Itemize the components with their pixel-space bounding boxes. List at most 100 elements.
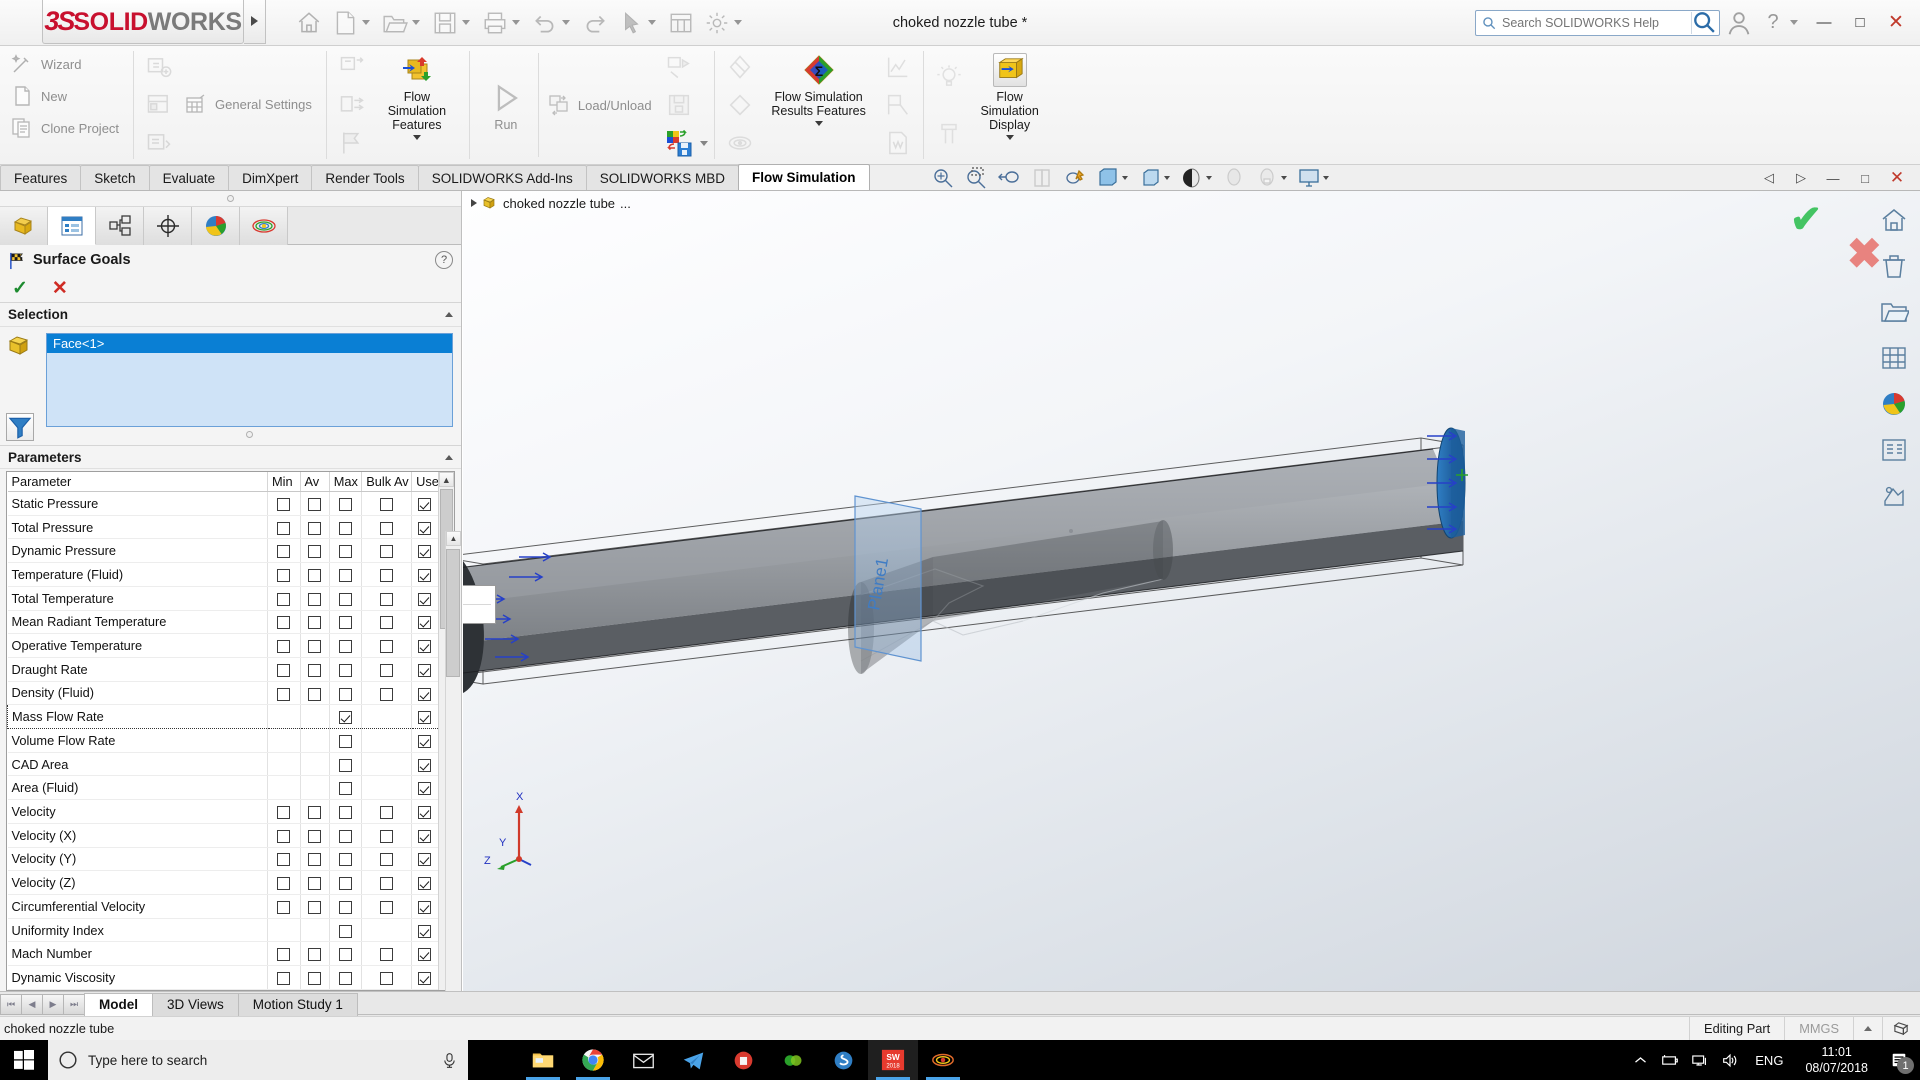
checkbox-cell-bulk[interactable]	[361, 515, 413, 540]
view-settings-dropdown-caret[interactable]	[1322, 176, 1329, 180]
checkbox-cell-use[interactable]	[411, 894, 438, 919]
table-row[interactable]: Static Pressure	[7, 491, 438, 516]
checkbox-use[interactable]	[418, 829, 432, 843]
checkbox-av[interactable]	[308, 497, 322, 511]
checkbox-cell-av[interactable]	[300, 633, 330, 658]
checkbox-cell-use[interactable]	[411, 633, 438, 658]
report-icon[interactable]	[879, 125, 917, 161]
status-units[interactable]: MMGS	[1784, 1017, 1853, 1040]
status-overlay-button[interactable]	[1882, 1017, 1920, 1040]
checkbox-cell-av[interactable]	[300, 515, 330, 540]
checkbox-cell-max[interactable]	[329, 633, 363, 658]
checkbox-use[interactable]	[418, 782, 432, 796]
checkbox-av[interactable]	[308, 853, 322, 867]
nav-next-button[interactable]: ▶	[42, 993, 64, 1015]
display-style-icon[interactable]	[1092, 166, 1124, 190]
checkbox-use[interactable]	[418, 924, 432, 938]
checkbox-use[interactable]	[418, 972, 432, 986]
checkbox-cell-max[interactable]	[329, 752, 363, 777]
network-icon[interactable]	[1687, 1040, 1713, 1080]
taskbar-app-file-explorer[interactable]	[518, 1040, 568, 1080]
checkbox-cell-use[interactable]	[411, 728, 438, 753]
checkbox-bulk[interactable]	[380, 569, 394, 583]
table-row[interactable]: Volume Flow Rate	[7, 728, 438, 753]
insert-domain-icon[interactable]	[140, 49, 178, 85]
new-document-icon[interactable]	[328, 6, 362, 40]
checkbox-cell-av[interactable]	[300, 941, 330, 967]
restore-down-right-icon[interactable]: ▷	[1786, 166, 1816, 190]
checkbox-cell-min[interactable]	[267, 847, 301, 872]
checkbox-cell-bulk[interactable]	[361, 491, 413, 516]
nav-previous-button[interactable]: ◀	[21, 993, 43, 1015]
checkbox-cell-bulk[interactable]	[361, 657, 413, 682]
table-row[interactable]: Velocity	[7, 799, 438, 824]
table-row[interactable]: Operative Temperature	[7, 633, 438, 658]
panel-scroll-thumb[interactable]	[446, 549, 460, 677]
taskbar-app-photos[interactable]	[768, 1040, 818, 1080]
solve-save-icon[interactable]	[660, 87, 698, 123]
goal-plot-icon[interactable]	[879, 87, 917, 123]
section-view-icon[interactable]	[1026, 166, 1058, 190]
checkbox-cell-use[interactable]	[411, 752, 438, 777]
checkbox-cell-max[interactable]	[329, 657, 363, 682]
checkbox-bulk[interactable]	[380, 829, 394, 843]
checkbox-cell-use[interactable]	[411, 823, 438, 848]
checkbox-cell-bulk[interactable]	[361, 965, 413, 990]
checkbox-use[interactable]	[418, 640, 432, 654]
checkbox-bulk[interactable]	[380, 545, 394, 559]
tab-features[interactable]: Features	[0, 165, 82, 190]
checkbox-cell-max[interactable]	[329, 775, 363, 801]
checkbox-cell-use[interactable]	[411, 704, 438, 730]
options-icon[interactable]	[700, 6, 734, 40]
tab-flow-simulation[interactable]: Flow Simulation	[738, 164, 870, 190]
checkbox-bulk[interactable]	[380, 900, 394, 914]
checkbox-cell-min[interactable]	[267, 562, 301, 587]
rebuild-icon[interactable]	[664, 6, 698, 40]
checkbox-cell-av[interactable]	[300, 894, 330, 919]
checkbox-use[interactable]	[418, 687, 432, 701]
checkbox-use[interactable]	[418, 545, 432, 559]
checkbox-cell-max[interactable]	[329, 941, 363, 967]
task-view-button[interactable]	[468, 1040, 518, 1080]
checkbox-cell-max[interactable]	[329, 799, 363, 824]
checkbox-av[interactable]	[308, 829, 322, 843]
checkbox-cell-max[interactable]	[329, 704, 363, 730]
restore-down-left-icon[interactable]: ◁	[1754, 166, 1784, 190]
checkbox-use[interactable]	[418, 806, 432, 820]
tab-display-manager[interactable]	[192, 207, 240, 245]
lighting-icon[interactable]	[930, 59, 968, 95]
checkbox-cell-av[interactable]	[300, 562, 330, 587]
table-row[interactable]: Temperature (Fluid)	[7, 562, 438, 587]
checkbox-min[interactable]	[277, 521, 291, 535]
tab-render-tools[interactable]: Render Tools	[311, 165, 419, 190]
taskbar-search-box[interactable]: Type here to search	[48, 1040, 468, 1080]
close-button[interactable]: ✕	[1880, 8, 1912, 38]
checkbox-cell-bulk[interactable]	[361, 538, 413, 564]
checkbox-cell-use[interactable]	[411, 965, 438, 990]
windows-start-button[interactable]	[0, 1040, 48, 1080]
checkbox-use[interactable]	[418, 877, 432, 891]
viewport-close-button[interactable]: ✕	[1882, 166, 1912, 190]
checkbox-min[interactable]	[277, 497, 291, 511]
checkbox-cell-bulk[interactable]	[361, 681, 413, 706]
selection-list-resize-grip[interactable]	[46, 427, 453, 441]
checkbox-cell-use[interactable]	[411, 610, 438, 635]
checkbox-cell-bulk[interactable]	[361, 870, 413, 895]
checkbox-max[interactable]	[339, 948, 352, 962]
checkbox-min[interactable]	[277, 687, 291, 701]
checkbox-max[interactable]	[339, 592, 352, 606]
checkbox-bulk[interactable]	[380, 687, 394, 701]
checkbox-min[interactable]	[277, 948, 291, 962]
decals-icon[interactable]	[1251, 166, 1283, 190]
table-row[interactable]: CAD Area	[7, 752, 438, 777]
checkbox-cell-min[interactable]	[267, 799, 301, 824]
checkbox-cell-max[interactable]	[329, 870, 363, 895]
checkbox-min[interactable]	[277, 829, 291, 843]
checkbox-av[interactable]	[308, 900, 322, 914]
open-icon[interactable]	[378, 6, 412, 40]
hide-show-icon[interactable]	[1134, 166, 1166, 190]
checkbox-cell-av[interactable]	[300, 681, 330, 706]
checkbox-cell-min[interactable]	[267, 515, 301, 540]
scenes-icon[interactable]	[1877, 387, 1911, 421]
delete-view-icon[interactable]	[1877, 249, 1911, 283]
